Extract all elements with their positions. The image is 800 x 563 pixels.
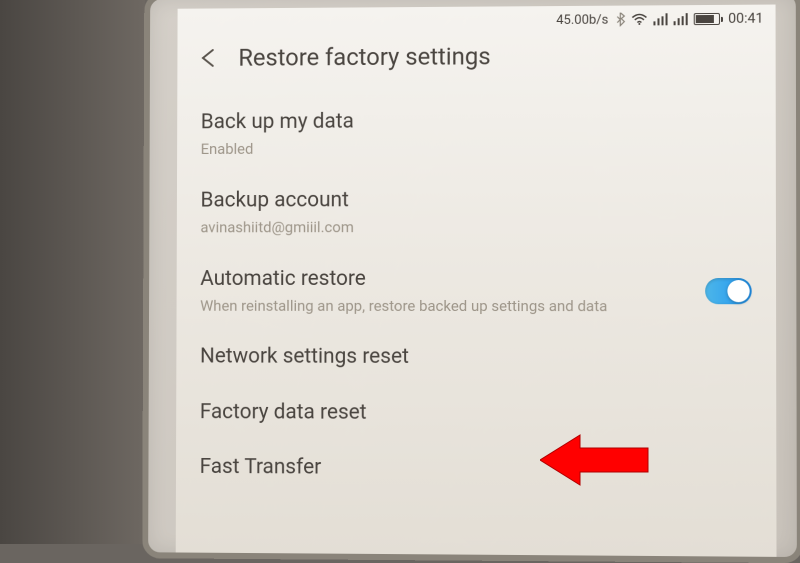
fast-transfer-item[interactable]: Fast Transfer [196, 440, 756, 498]
bluetooth-icon [616, 13, 625, 27]
page-title: Restore factory settings [238, 42, 490, 71]
automatic-restore-toggle[interactable] [705, 278, 752, 304]
setting-title: Backup account [200, 186, 751, 214]
setting-subtitle: avinashiitd@gmiiil.com [200, 218, 751, 238]
battery-icon [694, 13, 720, 25]
network-settings-reset-item[interactable]: Network settings reset [196, 330, 756, 387]
screen: 45.00b/s 00:41 Restore factory settings … [176, 5, 777, 557]
back-icon[interactable] [195, 46, 219, 70]
setting-title: Factory data reset [200, 399, 752, 428]
clock: 00:41 [728, 11, 763, 27]
wifi-icon [631, 13, 647, 25]
signal-icon-2 [674, 13, 688, 25]
factory-data-reset-item[interactable]: Factory data reset [196, 385, 756, 442]
setting-title: Automatic restore [200, 266, 685, 293]
data-speed: 45.00b/s [556, 12, 608, 27]
setting-title: Fast Transfer [200, 454, 752, 484]
backup-account-item[interactable]: Backup account avinashiitd@gmiiil.com [196, 172, 755, 252]
header: Restore factory settings [177, 33, 775, 86]
automatic-restore-item[interactable]: Automatic restore When reinstalling an a… [196, 251, 756, 330]
signal-icon [654, 13, 668, 25]
status-bar: 45.00b/s 00:41 [178, 5, 776, 37]
setting-subtitle: Enabled [201, 138, 752, 159]
setting-subtitle: When reinstalling an app, restore backed… [200, 297, 685, 317]
setting-title: Network settings reset [200, 344, 752, 373]
setting-title: Back up my data [201, 107, 752, 136]
content: Back up my data Enabled Backup account a… [176, 83, 777, 557]
status-icons [616, 12, 720, 27]
backup-my-data-item[interactable]: Back up my data Enabled [197, 93, 756, 174]
phone-frame: 45.00b/s 00:41 Restore factory settings … [142, 0, 800, 563]
